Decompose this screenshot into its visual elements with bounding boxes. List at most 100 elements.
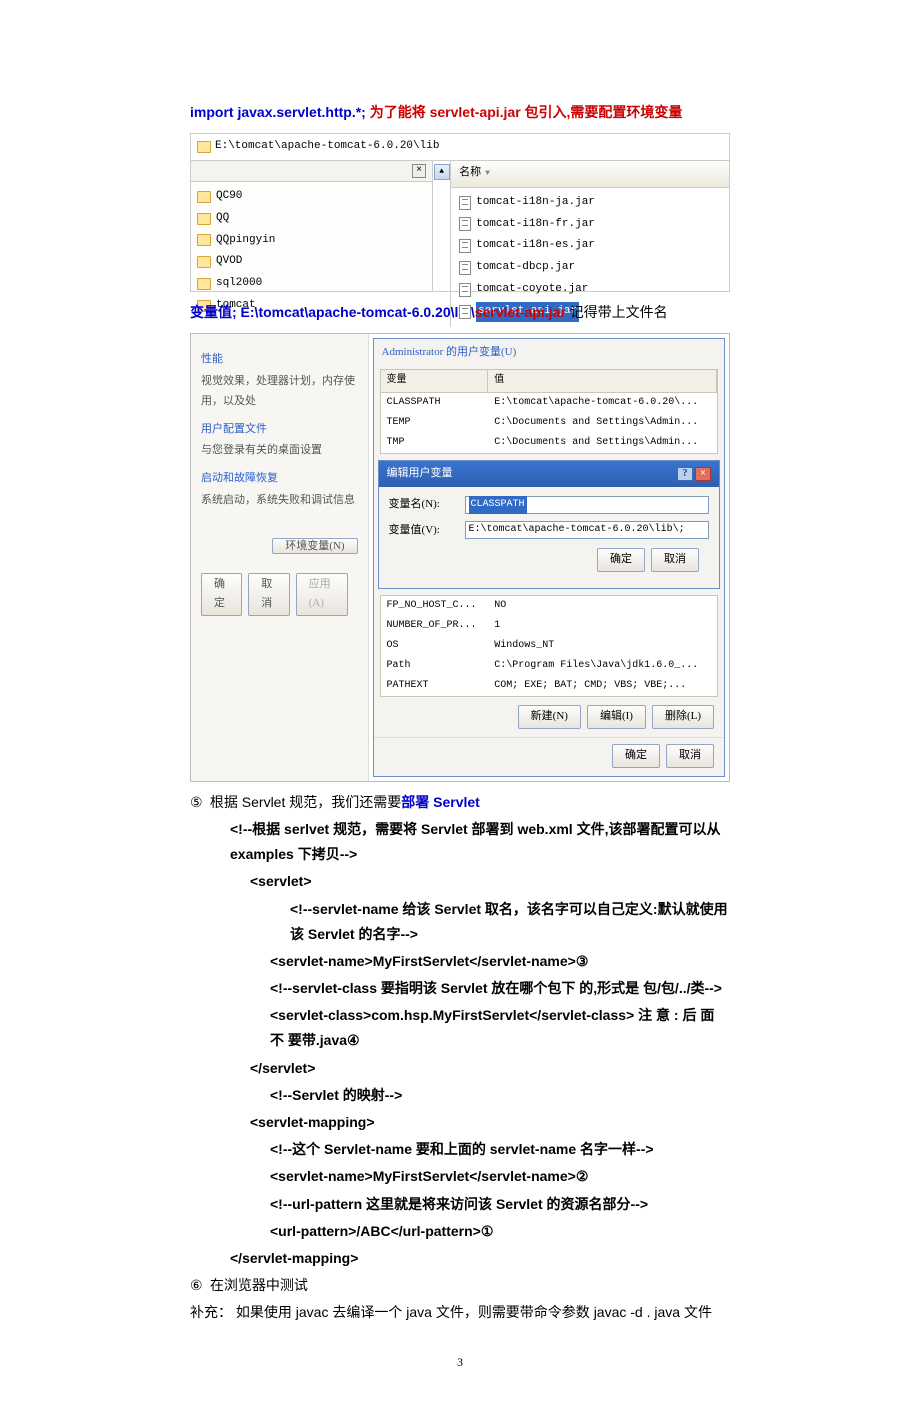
- user-vars-table[interactable]: 变量 值 CLASSPATHE:\tomcat\apache-tomcat-6.…: [380, 369, 718, 454]
- sys-vars-table[interactable]: FP_NO_HOST_C...NO NUMBER_OF_PR...1 OSWin…: [380, 595, 718, 697]
- file-icon: [459, 283, 471, 297]
- delete-button[interactable]: 删除(L): [652, 705, 714, 729]
- folder-icon: [197, 278, 211, 290]
- group-performance-desc: 视觉效果，处理器计划，内存使用，以及处: [201, 372, 358, 412]
- import-code: import javax.servlet.http.*;: [190, 104, 366, 120]
- xml-servlet-name2: <servlet-name>MyFirstServlet</servlet-na…: [190, 1164, 730, 1189]
- address-bar: E:\tomcat\apache-tomcat-6.0.20\lib: [191, 134, 729, 161]
- page-number: 3: [190, 1352, 730, 1374]
- var-value: COM; EXE; BAT; CMD; VBS; VBE;...: [488, 676, 717, 696]
- var-value: C:\Program Files\Java\jdk1.6.0_...: [488, 656, 717, 676]
- tree-item[interactable]: QVOD: [216, 252, 242, 272]
- step5-text: 根据 Servlet 规范，我们还需要: [210, 794, 401, 810]
- explorer-figure: E:\tomcat\apache-tomcat-6.0.20\lib × QC9…: [190, 133, 730, 292]
- file-icon: [459, 261, 471, 275]
- xml-open-servlet: <servlet>: [190, 869, 730, 894]
- folder-icon: [197, 256, 211, 268]
- col-val: 值: [488, 370, 717, 392]
- group-performance: 性能: [201, 350, 358, 370]
- xml-comment: <!--servlet-name 给该 Servlet 取名，该名字可以自己定义…: [190, 897, 730, 947]
- edit-dialog-title: 编辑用户变量: [387, 464, 453, 484]
- tree-item[interactable]: QQ: [216, 209, 229, 229]
- var-value-input[interactable]: E:\tomcat\apache-tomcat-6.0.20\lib\;: [465, 521, 709, 539]
- file-icon: [459, 305, 471, 319]
- xml-comment: <!--Servlet 的映射-->: [190, 1083, 730, 1108]
- help-icon[interactable]: ?: [677, 467, 693, 481]
- user-vars-label: Administrator 的用户变量(U): [374, 339, 724, 363]
- file-icon: [459, 239, 471, 253]
- ok-button[interactable]: 确定: [201, 573, 242, 617]
- folder-icon: [197, 191, 211, 203]
- edit-var-dialog: 编辑用户变量 ? × 变量名(N): CLASSPATH 变量值(V):: [378, 460, 720, 589]
- new-button[interactable]: 新建(N): [518, 705, 581, 729]
- folder-icon: [197, 141, 211, 153]
- env-var-button[interactable]: 环境变量(N): [272, 538, 357, 554]
- file-item[interactable]: tomcat-i18n-es.jar: [476, 236, 595, 256]
- column-header-name[interactable]: 名称: [459, 164, 481, 184]
- tree-item[interactable]: QC90: [216, 187, 242, 207]
- var-name-label: 变量名(N):: [389, 495, 459, 515]
- xml-servlet-class: <servlet-class>com.hsp.MyFirstServlet</s…: [270, 1007, 634, 1023]
- cancel-button[interactable]: 取消: [651, 548, 699, 572]
- ok-button[interactable]: 确定: [612, 744, 660, 768]
- var-name[interactable]: NUMBER_OF_PR...: [381, 616, 489, 636]
- var-value: 1: [488, 616, 717, 636]
- var-value: C:\Documents and Settings\Admin...: [488, 413, 717, 433]
- xml-open-mapping: <servlet-mapping>: [190, 1110, 730, 1135]
- xml-close-servlet: </servlet>: [190, 1056, 730, 1081]
- group-startup-desc: 系统启动，系统失败和调试信息: [201, 491, 358, 511]
- var-name[interactable]: PATHEXT: [381, 676, 489, 696]
- var-name[interactable]: Path: [381, 656, 489, 676]
- var-name[interactable]: TEMP: [381, 413, 489, 433]
- ok-button[interactable]: 确定: [597, 548, 645, 572]
- var-label: 变量值: [190, 304, 232, 320]
- xml-url-pattern: <url-pattern>/ABC</url-pattern>①: [190, 1219, 730, 1244]
- xml-comment: <!--servlet-class 要指明该 Servlet 放在哪个包下 的,…: [190, 976, 730, 1001]
- scroll-up-icon[interactable]: ▲: [434, 164, 450, 180]
- file-item[interactable]: tomcat-coyote.jar: [476, 280, 588, 300]
- cancel-button[interactable]: 取消: [248, 573, 289, 617]
- var-path-b: servlet-api.jar: [475, 304, 566, 320]
- env-var-figure: 性能 视觉效果，处理器计划，内存使用，以及处 用户配置文件 与您登录有关的桌面设…: [190, 333, 730, 782]
- apply-button[interactable]: 应用(A): [296, 573, 348, 617]
- step-marker-6: ⑥: [190, 1273, 206, 1298]
- file-item[interactable]: tomcat-i18n-fr.jar: [476, 215, 595, 235]
- var-value-label: 变量值(V):: [389, 521, 459, 541]
- close-icon[interactable]: ×: [412, 164, 426, 178]
- var-name[interactable]: TMP: [381, 433, 489, 453]
- xml-comment: <!--url-pattern 这里就是将来访问该 Servlet 的资源名部分…: [190, 1192, 730, 1217]
- var-name[interactable]: FP_NO_HOST_C...: [381, 596, 489, 616]
- folder-tree-pane: × QC90 QQ QQpingyin QVOD sql2000 tomcat: [191, 161, 433, 291]
- group-userprofile: 用户配置文件: [201, 420, 358, 440]
- step6-text: 在浏览器中测试: [210, 1277, 308, 1293]
- supplement-text: 补充： 如果使用 javac 去编译一个 java 文件，则需要带命令参数 ja…: [190, 1300, 730, 1325]
- xml-comment: <!--根据 serlvet 规范，需要将 Servlet 部署到 web.xm…: [190, 817, 730, 867]
- xml-comment: <!--这个 Servlet-name 要和上面的 servlet-name 名…: [190, 1137, 730, 1162]
- var-name-input[interactable]: CLASSPATH: [465, 496, 709, 514]
- folder-icon: [197, 234, 211, 246]
- tree-item[interactable]: sql2000: [216, 274, 262, 294]
- xml-close-mapping: </servlet-mapping>: [190, 1246, 730, 1271]
- step-marker-5: ⑤: [190, 790, 206, 815]
- folder-icon: [197, 213, 211, 225]
- file-icon: [459, 196, 471, 210]
- var-value: C:\Documents and Settings\Admin...: [488, 433, 717, 453]
- env-var-dialog: Administrator 的用户变量(U) 变量 值 CLASSPATHE:\…: [373, 338, 725, 777]
- file-list-pane: ▲ 名称 ▼ tomcat-i18n-ja.jar tomcat-i18n-fr…: [433, 161, 729, 291]
- xml-servlet-name: <servlet-name>MyFirstServlet</servlet-na…: [190, 949, 730, 974]
- file-item[interactable]: tomcat-i18n-ja.jar: [476, 193, 595, 213]
- file-icon: [459, 217, 471, 231]
- group-startup: 启动和故障恢复: [201, 469, 358, 489]
- address-path: E:\tomcat\apache-tomcat-6.0.20\lib: [215, 137, 439, 157]
- cancel-button[interactable]: 取消: [666, 744, 714, 768]
- var-value: NO: [488, 596, 717, 616]
- close-icon[interactable]: ×: [695, 467, 711, 481]
- var-name[interactable]: CLASSPATH: [381, 393, 489, 413]
- tree-item[interactable]: QQpingyin: [216, 231, 275, 251]
- col-var: 变量: [381, 370, 489, 392]
- var-path-a: ; E:\tomcat\apache-tomcat-6.0.20\lib\: [232, 304, 475, 320]
- edit-button[interactable]: 编辑(I): [587, 705, 646, 729]
- var-value: E:\tomcat\apache-tomcat-6.0.20\...: [488, 393, 717, 413]
- var-name[interactable]: OS: [381, 636, 489, 656]
- file-item[interactable]: tomcat-dbcp.jar: [476, 258, 575, 278]
